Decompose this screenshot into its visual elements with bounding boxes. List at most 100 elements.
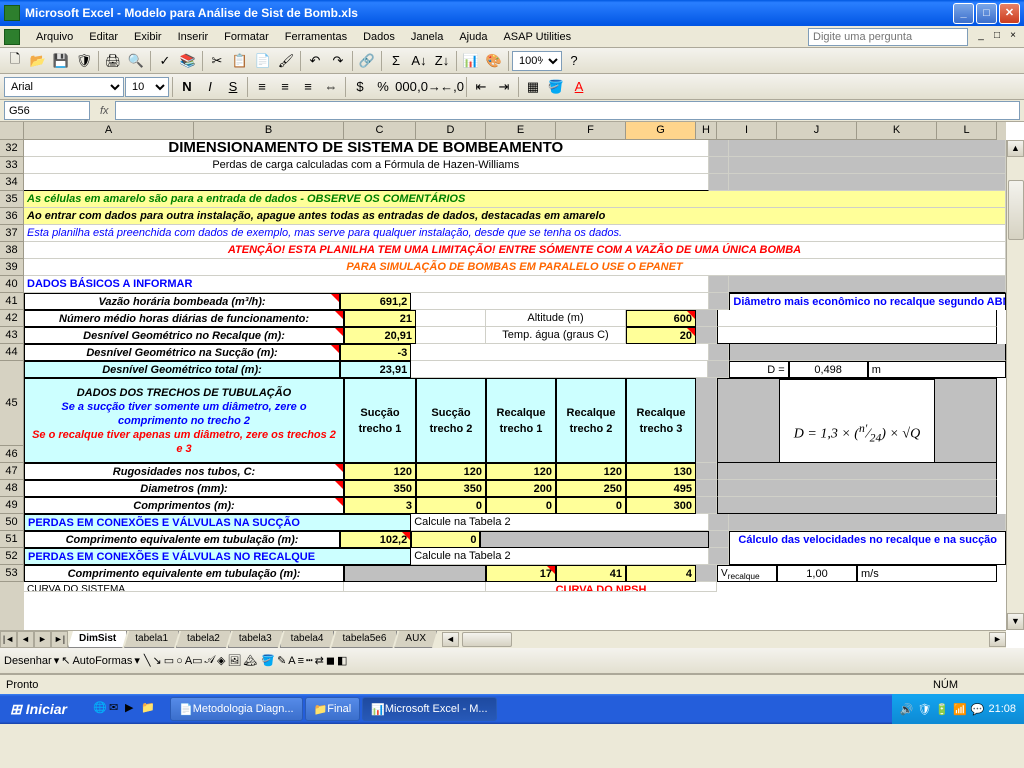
taskbar-item[interactable]: 📄 Metodologia Diagn...: [170, 697, 303, 721]
arrow-style-icon[interactable]: ⇄: [315, 654, 324, 667]
row-header-35[interactable]: 35: [0, 191, 24, 208]
doc-close-button[interactable]: ×: [1006, 30, 1020, 44]
col-header-F[interactable]: F: [556, 122, 626, 140]
drawing-icon[interactable]: 🎨: [483, 50, 505, 72]
section-perdas-succao[interactable]: PERDAS EM CONEXÕES E VÁLVULAS NA SUCÇÃO: [24, 514, 411, 531]
d-label[interactable]: D =: [729, 361, 788, 378]
3d-icon[interactable]: ◧: [337, 654, 347, 667]
sheet-tab-tabela4[interactable]: tabela4: [280, 631, 335, 648]
row-headers[interactable]: 3233343536373839404142434445464748495051…: [0, 140, 24, 630]
val-horas[interactable]: 21: [344, 310, 416, 327]
row-header-41[interactable]: 41: [0, 293, 24, 310]
row-header-39[interactable]: 39: [0, 259, 24, 276]
d-value[interactable]: 0,498: [789, 361, 868, 378]
val-desnivel-succao[interactable]: -3: [340, 344, 411, 361]
col-header-I[interactable]: I: [717, 122, 777, 140]
warning2[interactable]: PARA SIMULAÇÃO DE BOMBAS EM PARALELO USE…: [24, 259, 1006, 276]
cell-grid[interactable]: DIMENSIONAMENTO DE SISTEMA DE BOMBEAMENT…: [24, 140, 1006, 630]
fill-color-icon[interactable]: 🪣: [545, 76, 567, 98]
rectangle-icon[interactable]: ▭: [164, 654, 174, 667]
row-header-47[interactable]: 47: [0, 463, 24, 480]
col-header-A[interactable]: A: [24, 122, 194, 140]
row-header-40[interactable]: 40: [0, 276, 24, 293]
col-recalque2[interactable]: Recalque trecho 2: [556, 378, 626, 463]
select-all-corner[interactable]: [0, 122, 24, 140]
paste-icon[interactable]: 📄: [252, 50, 274, 72]
note3[interactable]: Esta planilha está preenchida com dados …: [24, 225, 1006, 242]
shadow-icon[interactable]: ◼: [326, 654, 335, 667]
right-panel-title-2[interactable]: Cálculo das velocidades no recalque e na…: [729, 531, 1006, 548]
hscroll-thumb[interactable]: [462, 632, 512, 647]
decrease-indent-icon[interactable]: ⇤: [470, 76, 492, 98]
col-header-H[interactable]: H: [696, 122, 717, 140]
diagram-icon[interactable]: ◈: [217, 654, 225, 667]
fill-color-draw-icon[interactable]: 🪣: [261, 654, 275, 667]
sheet-tab-tabela2[interactable]: tabela2: [176, 631, 231, 648]
note2[interactable]: Ao entrar com dados para outra instalaçã…: [24, 208, 1006, 225]
col-recalque3[interactable]: Recalque trecho 3: [626, 378, 696, 463]
label-rugosidades[interactable]: Rugosidades nos tubos, C:: [24, 463, 344, 480]
scroll-up-icon[interactable]: ▲: [1007, 140, 1024, 157]
val-temp[interactable]: 20: [626, 327, 696, 344]
select-objects-icon[interactable]: ↖: [61, 654, 70, 667]
val-desnivel-recalque[interactable]: 20,91: [344, 327, 416, 344]
tray-clock[interactable]: 21:08: [988, 703, 1016, 715]
textbox-icon[interactable]: A▭: [185, 654, 203, 667]
picture-icon[interactable]: 🏔: [243, 654, 257, 667]
row-header-45[interactable]: 45: [0, 361, 24, 446]
sheet-tab-dimsist[interactable]: DimSist: [68, 631, 127, 648]
row-header-44[interactable]: 44: [0, 344, 24, 361]
redo-icon[interactable]: ↷: [327, 50, 349, 72]
tray-icon[interactable]: 🔋: [935, 703, 949, 716]
print-preview-icon[interactable]: 🔍: [125, 50, 147, 72]
menu-editar[interactable]: Editar: [81, 29, 126, 45]
d-unit[interactable]: m: [868, 361, 1006, 378]
row-header-49[interactable]: 49: [0, 497, 24, 514]
tab-first-icon[interactable]: |◄: [0, 631, 17, 648]
label-desnivel-total[interactable]: Desnível Geométrico total (m):: [24, 361, 340, 378]
menu-inserir[interactable]: Inserir: [170, 29, 217, 45]
tab-last-icon[interactable]: ►|: [51, 631, 68, 648]
cell-title[interactable]: DIMENSIONAMENTO DE SISTEMA DE BOMBEAMENT…: [24, 140, 709, 157]
tray-icon[interactable]: 🔊: [900, 703, 914, 716]
new-icon[interactable]: 🗋: [4, 50, 26, 72]
arrow-icon[interactable]: ↘: [153, 654, 162, 667]
sort-asc-icon[interactable]: A↓: [408, 50, 430, 72]
row-header-36[interactable]: 36: [0, 208, 24, 225]
label-comp-equiv-recalque[interactable]: Comprimento equivalente em tubulação (m)…: [24, 565, 344, 582]
scroll-right-icon[interactable]: ►: [989, 632, 1006, 647]
row-header-42[interactable]: 42: [0, 310, 24, 327]
menu-ferramentas[interactable]: Ferramentas: [277, 29, 355, 45]
font-name-combo[interactable]: Arial: [4, 77, 124, 97]
menu-asap[interactable]: ASAP Utilities: [495, 29, 579, 45]
menu-arquivo[interactable]: Arquivo: [28, 29, 81, 45]
row-header-37[interactable]: 37: [0, 225, 24, 242]
menu-formatar[interactable]: Formatar: [216, 29, 277, 45]
vscroll-thumb[interactable]: [1008, 180, 1024, 240]
col-header-E[interactable]: E: [486, 122, 556, 140]
font-size-combo[interactable]: 10: [125, 77, 169, 97]
col-header-D[interactable]: D: [416, 122, 486, 140]
val-desnivel-total[interactable]: 23,91: [340, 361, 411, 378]
help-question-input[interactable]: [808, 28, 968, 46]
vrecalque-unit[interactable]: m/s: [857, 565, 997, 582]
format-painter-icon[interactable]: 🖌: [275, 50, 297, 72]
val-vazao[interactable]: 691,2: [340, 293, 411, 310]
font-color-draw-icon[interactable]: A: [288, 655, 295, 667]
fx-icon[interactable]: fx: [100, 105, 109, 117]
col-header-B[interactable]: B: [194, 122, 344, 140]
formula-bar-input[interactable]: [115, 101, 1020, 120]
row-header-50[interactable]: 50: [0, 514, 24, 531]
label-horas[interactable]: Número médio horas diárias de funcioname…: [24, 310, 344, 327]
row-header-46[interactable]: 46: [0, 446, 24, 463]
label-altitude[interactable]: Altitude (m): [486, 310, 626, 327]
quicklaunch-icon[interactable]: 🌐: [93, 701, 109, 717]
draw-menu[interactable]: Desenhar: [4, 655, 52, 667]
col-header-K[interactable]: K: [857, 122, 937, 140]
row-header-48[interactable]: 48: [0, 480, 24, 497]
autoshapes-menu[interactable]: AutoFormas: [72, 655, 132, 667]
label-comp-equiv-succao[interactable]: Comprimento equivalente em tubulação (m)…: [24, 531, 340, 548]
col-succao1[interactable]: Sucção trecho 1: [344, 378, 416, 463]
oval-icon[interactable]: ○: [176, 655, 183, 667]
wordart-icon[interactable]: 𝒜: [205, 654, 215, 667]
